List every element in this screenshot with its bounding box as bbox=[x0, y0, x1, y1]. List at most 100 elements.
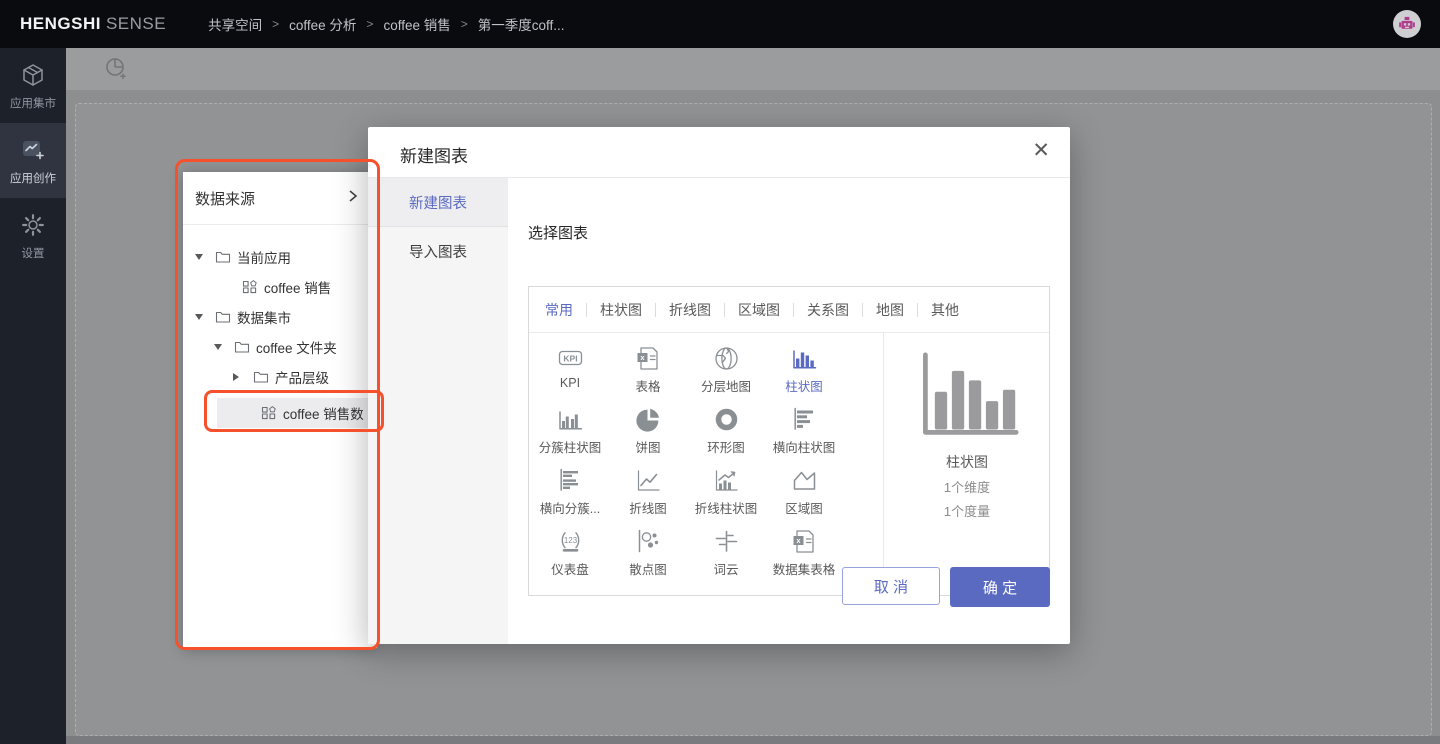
chart-type-label: 环形图 bbox=[707, 437, 745, 456]
logo-primary: HENGSHI bbox=[20, 14, 101, 33]
breadcrumb-separator: > bbox=[272, 17, 279, 31]
chart-type-kpi[interactable]: KPI KPI bbox=[531, 339, 609, 400]
dataset-table-icon: x bbox=[791, 528, 818, 555]
chart-type-wordcloud[interactable]: 词云 bbox=[687, 522, 765, 583]
tree-row-folder[interactable]: 产品层级 bbox=[183, 362, 377, 392]
tab-separator bbox=[862, 303, 863, 317]
breadcrumb-item[interactable]: 第一季度coff... bbox=[478, 14, 565, 34]
caret-down-icon[interactable] bbox=[195, 254, 215, 260]
chart-type-label: 折线柱状图 bbox=[695, 498, 758, 517]
preview-requirement-measure: 1个度量 bbox=[944, 501, 990, 520]
chart-type-dataset-table[interactable]: x数据集表格 bbox=[765, 522, 843, 583]
tree-row-dataset[interactable]: coffee 销售 bbox=[183, 272, 377, 302]
chart-type-table-file[interactable]: x表格 bbox=[609, 339, 687, 400]
tree-row-dataset[interactable]: coffee 销售数 bbox=[183, 398, 377, 428]
add-chart-icon[interactable] bbox=[104, 57, 128, 81]
wordcloud-icon bbox=[713, 528, 740, 555]
chart-type-label: 横向分簇... bbox=[540, 498, 600, 517]
editor-toolbar bbox=[66, 48, 1440, 90]
sidebar-item-chart-plus[interactable]: 应用创作 bbox=[0, 123, 66, 198]
category-tab[interactable]: 地图 bbox=[874, 300, 906, 320]
category-tab[interactable]: 其他 bbox=[929, 300, 961, 320]
sidebar-item-cube[interactable]: 应用集市 bbox=[0, 48, 66, 123]
category-tab[interactable]: 柱状图 bbox=[598, 300, 644, 320]
chart-type-hbar[interactable]: 横向柱状图 bbox=[765, 400, 843, 461]
close-icon[interactable]: ✕ bbox=[1032, 140, 1050, 161]
chart-type-label: KPI bbox=[560, 376, 580, 390]
chart-type-label: 分层地图 bbox=[701, 376, 751, 395]
chart-type-line[interactable]: 折线图 bbox=[609, 461, 687, 522]
modal-tab-import-chart[interactable]: 导入图表 bbox=[368, 227, 508, 276]
breadcrumb: 共享空间 > coffee 分析 > coffee 销售 > 第一季度coff... bbox=[208, 14, 564, 34]
sidebar-item-gear[interactable]: 设置 bbox=[0, 198, 66, 273]
category-tab[interactable]: 关系图 bbox=[805, 300, 851, 320]
modal-titlebar: 新建图表 ✕ bbox=[368, 127, 1070, 178]
breadcrumb-separator: > bbox=[366, 17, 373, 31]
tree-row-folder[interactable]: 数据集市 bbox=[183, 302, 377, 332]
app-logo: HENGSHISENSE bbox=[20, 14, 166, 34]
tree-row-label: coffee 销售数 bbox=[283, 403, 364, 423]
category-tab[interactable]: 常用 bbox=[543, 300, 575, 320]
tree-row-folder[interactable]: 当前应用 bbox=[183, 242, 377, 272]
data-source-panel: 数据来源 当前应用 coffee 销售数据集市 coffee 文件夹产品层级 coff… bbox=[183, 172, 377, 648]
chart-type-bar[interactable]: 柱状图 bbox=[765, 339, 843, 400]
hbar-cluster-icon bbox=[557, 467, 584, 494]
data-source-header: 数据来源 bbox=[183, 172, 377, 225]
chart-type-donut[interactable]: 环形图 bbox=[687, 400, 765, 461]
chart-preview-pane: 柱状图 1个维度 1个度量 bbox=[884, 333, 1050, 596]
caret-down-icon[interactable] bbox=[214, 344, 234, 350]
breadcrumb-item[interactable]: 共享空间 bbox=[208, 14, 262, 34]
chart-type-label: 词云 bbox=[713, 559, 738, 578]
confirm-button[interactable]: 确 定 bbox=[950, 567, 1050, 607]
caret-down-icon[interactable] bbox=[195, 314, 215, 320]
area-icon bbox=[791, 467, 818, 494]
svg-text:KPI: KPI bbox=[563, 354, 577, 364]
modal-side-tabs: 新建图表导入图表 bbox=[368, 178, 508, 644]
breadcrumb-item[interactable]: coffee 分析 bbox=[289, 14, 356, 34]
robot-avatar-icon bbox=[1396, 13, 1418, 35]
caret-right-icon[interactable] bbox=[233, 373, 253, 381]
cancel-button[interactable]: 取 消 bbox=[842, 567, 940, 605]
new-chart-modal: 新建图表 ✕ 新建图表导入图表 选择图表 常用柱状图折线图区域图关系图地图其他 … bbox=[368, 127, 1070, 644]
breadcrumb-item[interactable]: coffee 销售 bbox=[383, 14, 450, 34]
tree-row-label: 数据集市 bbox=[237, 307, 291, 327]
tree-row-folder[interactable]: coffee 文件夹 bbox=[183, 332, 377, 362]
category-tab[interactable]: 折线图 bbox=[667, 300, 713, 320]
chart-type-label: 表格 bbox=[635, 376, 660, 395]
chart-type-scatter[interactable]: 散点图 bbox=[609, 522, 687, 583]
panel-collapse-icon[interactable] bbox=[347, 189, 359, 206]
scatter-icon bbox=[635, 528, 662, 555]
chart-type-label: 折线图 bbox=[629, 498, 667, 517]
user-avatar[interactable] bbox=[1393, 10, 1421, 38]
chart-type-area[interactable]: 区域图 bbox=[765, 461, 843, 522]
tab-separator bbox=[724, 303, 725, 317]
section-label: 选择图表 bbox=[528, 222, 588, 243]
breadcrumb-separator: > bbox=[461, 17, 468, 31]
chart-selector-box: 常用柱状图折线图区域图关系图地图其他 KPIKPIx表格分层地图柱状图分簇柱状图… bbox=[528, 286, 1050, 596]
chart-type-cluster-bar[interactable]: 分簇柱状图 bbox=[531, 400, 609, 461]
modal-tab-new-chart[interactable]: 新建图表 bbox=[368, 178, 508, 227]
sidebar-item-label: 设置 bbox=[22, 245, 45, 261]
chart-type-hbar-cluster[interactable]: 横向分簇... bbox=[531, 461, 609, 522]
chart-type-label: 散点图 bbox=[629, 559, 667, 578]
chart-type-label: 柱状图 bbox=[785, 376, 823, 395]
tab-separator bbox=[586, 303, 587, 317]
chart-type-label: 横向柱状图 bbox=[773, 437, 836, 456]
tree-row-label: 当前应用 bbox=[237, 247, 291, 267]
chart-type-line-bar[interactable]: 折线柱状图 bbox=[687, 461, 765, 522]
chart-type-pie[interactable]: 饼图 bbox=[609, 400, 687, 461]
sidebar-item-label: 应用创作 bbox=[10, 170, 56, 186]
sidebar-item-label: 应用集市 bbox=[10, 95, 56, 111]
chart-type-label: 仪表盘 bbox=[551, 559, 589, 578]
modal-buttons: 取 消 确 定 bbox=[842, 567, 1050, 607]
dataset-icon bbox=[242, 279, 258, 295]
bar-chart-preview-icon bbox=[915, 350, 1019, 440]
tree-row-label: coffee 文件夹 bbox=[256, 337, 337, 357]
chart-type-gauge[interactable]: 123仪表盘 bbox=[531, 522, 609, 583]
left-nav-rail: 应用集市应用创作设置 bbox=[0, 48, 66, 744]
category-tab[interactable]: 区域图 bbox=[736, 300, 782, 320]
chart-type-globe[interactable]: 分层地图 bbox=[687, 339, 765, 400]
preview-chart-name: 柱状图 bbox=[946, 452, 988, 472]
tab-separator bbox=[793, 303, 794, 317]
chart-category-tabs: 常用 柱状图 折线图 区域图 关系图 地图 其他 bbox=[529, 287, 1049, 333]
